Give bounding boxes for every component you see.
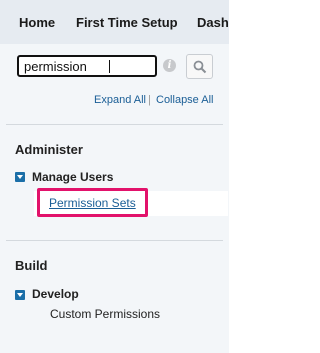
divider — [6, 124, 223, 125]
info-icon[interactable]: i — [163, 59, 176, 72]
tab-dashboards[interactable]: Dash — [197, 15, 229, 30]
triangle-down-icon[interactable] — [15, 290, 25, 300]
tree-node-develop[interactable]: Develop — [32, 287, 79, 301]
highlight-box — [37, 188, 148, 217]
section-heading-build: Build — [15, 258, 48, 273]
custom-permissions-link[interactable]: Custom Permissions — [50, 307, 160, 321]
quick-find-input[interactable] — [24, 58, 149, 74]
triangle-down-icon[interactable] — [15, 172, 25, 182]
link-separator: | — [148, 94, 151, 106]
quick-find-box[interactable] — [17, 55, 157, 77]
magnifier-icon — [193, 60, 207, 74]
divider — [6, 240, 223, 241]
section-heading-administer: Administer — [15, 142, 83, 157]
expand-all-link[interactable]: Expand All — [94, 94, 146, 106]
top-navigation: Home First Time Setup Dash — [0, 0, 229, 45]
search-button[interactable] — [186, 54, 213, 79]
tab-first-time-setup[interactable]: First Time Setup — [76, 15, 178, 30]
tree-node-manage-users[interactable]: Manage Users — [32, 170, 113, 184]
tab-home[interactable]: Home — [19, 15, 55, 30]
text-cursor — [109, 60, 110, 73]
collapse-all-link[interactable]: Collapse All — [156, 94, 213, 106]
